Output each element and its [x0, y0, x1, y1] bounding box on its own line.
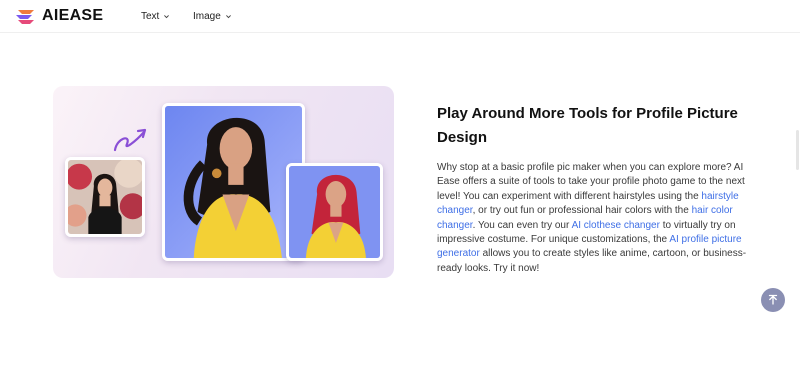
- nav-item-image[interactable]: Image: [193, 11, 232, 22]
- nav-item-text[interactable]: Text: [141, 11, 170, 22]
- back-to-top-button[interactable]: [761, 288, 785, 312]
- brand-logo[interactable]: AIEASE: [15, 7, 103, 25]
- chevron-down-icon: [225, 15, 231, 19]
- profile-picture-collage: [53, 86, 394, 278]
- top-navigation-bar: AIEASE Text Image: [0, 0, 800, 33]
- ai-clothes-changer-link[interactable]: AI clothese changer: [572, 220, 660, 231]
- nav-label: Image: [193, 11, 221, 22]
- brand-name: AIEASE: [42, 7, 104, 24]
- original-photo-thumbnail: [65, 157, 145, 237]
- hairstyle-result-photo: [162, 103, 305, 261]
- chevron-down-icon: [164, 15, 170, 19]
- curved-arrow-icon: [113, 128, 147, 152]
- description-text: allows you to create styles like anime, …: [437, 248, 747, 274]
- description-text: , or try out fun or professional hair co…: [472, 205, 692, 217]
- scrollbar-thumb[interactable]: [796, 130, 799, 170]
- nav-label: Text: [141, 11, 160, 22]
- description-text: Why stop at a basic profile pic maker wh…: [437, 162, 745, 202]
- hair-color-result-image: [289, 166, 380, 258]
- aiease-logo-icon: [16, 10, 34, 24]
- section-title: Play Around More Tools for Profile Pictu…: [437, 105, 738, 146]
- arrow-up-icon: [768, 294, 778, 305]
- description-text: . You can even try our: [472, 219, 572, 231]
- hair-color-result-photo: [286, 163, 383, 261]
- original-photo-image: [68, 160, 142, 234]
- hairstyle-result-image: [165, 106, 302, 258]
- section-description: Why stop at a basic profile pic maker wh…: [437, 161, 759, 276]
